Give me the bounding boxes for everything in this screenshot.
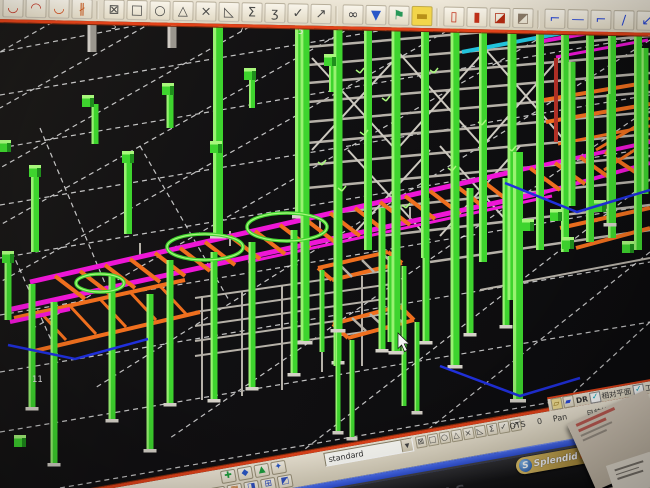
- mini-snap-endpoint-icon[interactable]: □: [426, 433, 439, 447]
- paper-gray-print: [583, 429, 608, 441]
- toolbar-separator: [94, 1, 101, 19]
- snap-any-icon[interactable]: ✓: [287, 3, 308, 23]
- clip-volume-icon[interactable]: ▮: [466, 7, 487, 27]
- profile-flat-icon[interactable]: —: [567, 9, 588, 29]
- sticker-main-text: Splendid: [533, 451, 579, 469]
- fitting-cut-icon[interactable]: ∦: [71, 0, 92, 19]
- snap-perpendicular-icon[interactable]: ◺: [218, 2, 239, 22]
- profile-angle-icon[interactable]: ⌐: [544, 9, 565, 29]
- save-model-icon[interactable]: ▰: [562, 395, 575, 409]
- rail-joint-icon[interactable]: ⊞: [260, 477, 277, 488]
- snap-endpoint-icon[interactable]: □: [126, 0, 147, 20]
- dr-label: DR: [575, 394, 588, 405]
- chevron-down-icon[interactable]: ▼: [400, 439, 413, 453]
- open-model-icon[interactable]: ▱: [550, 397, 563, 411]
- svg-text:11: 11: [32, 375, 43, 385]
- snap-center-icon[interactable]: ○: [149, 0, 170, 20]
- mini-snap-center-icon[interactable]: ○: [438, 431, 451, 445]
- toolbar-separator: [535, 10, 542, 28]
- note-icon[interactable]: ▬: [411, 6, 432, 26]
- monitor-photo: 2437511 ◡◠◡∦⊠□○△×◺Σʒ✓↗∞▼⚑▬▯▮◪◩⌐—⌐∕↙»| ✚◆…: [0, 0, 650, 488]
- profile-z-icon[interactable]: ⌐: [590, 10, 611, 30]
- clip-plane-icon[interactable]: ▯: [443, 6, 464, 26]
- mini-snap-extension-icon[interactable]: Σ: [485, 423, 498, 437]
- status-mode: Pan: [552, 412, 568, 423]
- mini-snap-points-icon[interactable]: ⊠: [414, 435, 427, 449]
- snap-midpoint-icon[interactable]: △: [172, 1, 193, 21]
- seating-icon[interactable]: ◩: [277, 474, 294, 488]
- snap-points-icon[interactable]: ⊠: [103, 0, 124, 20]
- render-red-icon[interactable]: ◪: [489, 7, 510, 27]
- binoculars-icon[interactable]: ∞: [342, 4, 363, 24]
- filter-funnel-icon[interactable]: ▼: [365, 5, 386, 25]
- plane-toggle-icon[interactable]: ▲: [253, 463, 270, 478]
- mini-snap-midpoint-icon[interactable]: △: [450, 429, 463, 443]
- asus-logo: ASUS: [408, 482, 472, 488]
- snap-nearest-icon[interactable]: ʒ: [264, 3, 285, 23]
- bracing-conn-icon[interactable]: ◨: [243, 480, 260, 488]
- checkmark-icon[interactable]: ✓: [589, 391, 602, 404]
- ortho-toggle-icon[interactable]: ◆: [237, 466, 254, 481]
- toolbar-separator: [434, 8, 441, 26]
- splendid-orb-icon: S: [518, 458, 533, 473]
- snap-intersection-icon[interactable]: ×: [195, 1, 216, 21]
- snap-free-icon[interactable]: ↗: [310, 4, 331, 24]
- depth-toggle-icon[interactable]: ✦: [270, 460, 287, 475]
- profile-diagonal-icon[interactable]: ∕: [613, 10, 634, 30]
- status-ots: OTS: [509, 420, 527, 432]
- mini-snap-perpendicular-icon[interactable]: ◺: [473, 425, 486, 439]
- weld-polygon-icon[interactable]: ◡: [48, 0, 69, 19]
- status-count: 0: [536, 417, 543, 427]
- snap-toggle-icon[interactable]: ✚: [220, 469, 237, 484]
- toolbar-separator: [333, 6, 340, 24]
- weld-above-icon[interactable]: ◡: [2, 0, 23, 18]
- mini-snap-intersection-icon[interactable]: ×: [462, 427, 475, 441]
- weld-below-icon[interactable]: ◠: [25, 0, 46, 18]
- flag-icon[interactable]: ⚑: [388, 5, 409, 25]
- profile-arrow-icon[interactable]: ↙: [636, 11, 650, 31]
- snap-extension-icon[interactable]: Σ: [241, 2, 262, 22]
- render-gray-icon[interactable]: ◩: [512, 8, 533, 28]
